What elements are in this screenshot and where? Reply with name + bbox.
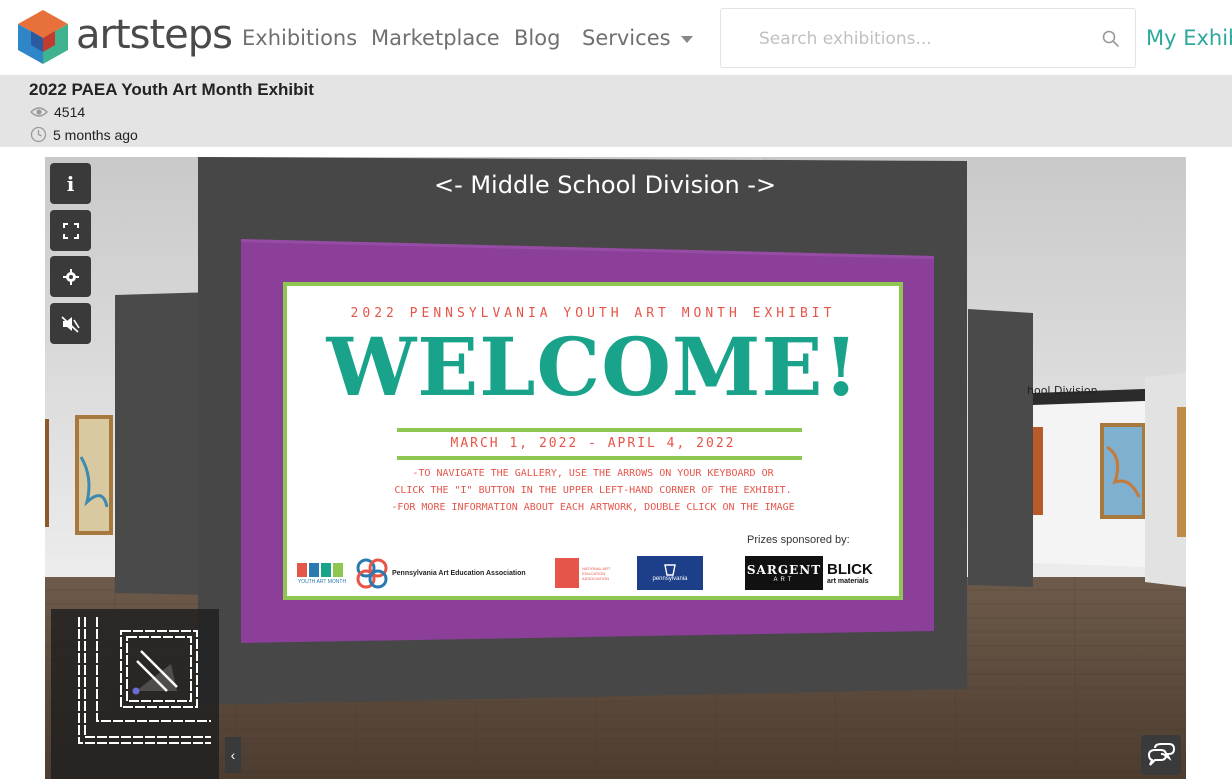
blick-logo: BLICK art materials [827, 556, 893, 590]
search-bar [720, 8, 1136, 68]
collapse-minimap-button[interactable]: ‹ [225, 737, 241, 773]
side-division-label: hool Division [1027, 384, 1098, 397]
minimap[interactable] [51, 609, 219, 779]
poster-divider-top [397, 428, 802, 432]
blick-sub-text: art materials [827, 578, 869, 585]
search-icon[interactable] [1101, 29, 1121, 49]
nav-blog[interactable]: Blog [514, 26, 560, 50]
views-count: 4514 [54, 104, 86, 120]
info-icon: i [66, 171, 75, 196]
yam-mark-icon [297, 563, 343, 577]
naea-text: NATIONAL ART EDUCATION ASSOCIATION [582, 565, 611, 581]
fullscreen-icon [62, 222, 79, 239]
fullscreen-button[interactable] [50, 210, 91, 251]
poster-instruction-2: CLICK THE "I" BUTTON IN THE UPPER LEFT-H… [394, 485, 792, 496]
poster-instruction-3: -FOR MORE INFORMATION ABOUT EACH ARTWORK… [391, 502, 795, 513]
exhibition-info-bar: 2022 PAEA Youth Art Month Exhibit 4514 5… [0, 75, 1232, 147]
sargent-sub-text: ART [773, 577, 795, 583]
gear-icon [62, 268, 79, 285]
pennsylvania-logo: pennsylvania [637, 556, 703, 590]
yam-logo: YOUTH ART MONTH [295, 556, 349, 590]
naea-logo: NATIONAL ART EDUCATION ASSOCIATION [555, 556, 625, 590]
chevron-left-icon: ‹ [230, 747, 236, 763]
mute-button[interactable] [50, 303, 91, 344]
minimap-plan [78, 617, 211, 744]
search-input[interactable] [759, 27, 1089, 51]
exhibition-title: 2022 PAEA Youth Art Month Exhibit [29, 80, 314, 99]
settings-button[interactable] [50, 256, 91, 297]
paea-mark-icon [356, 558, 388, 589]
chat-button[interactable] [1141, 735, 1181, 775]
pennsylvania-text: pennsylvania [652, 576, 688, 582]
paea-logo: Pennsylvania Art Education Association [355, 556, 549, 590]
division-title: <- Middle School Division -> [433, 171, 777, 199]
nav-services-label: Services [582, 26, 671, 50]
artsteps-logo[interactable]: artsteps [14, 8, 233, 66]
posted-row: 5 months ago [30, 126, 138, 143]
welcome-poster[interactable]: 2022 PENNSYLVANIA YOUTH ART MONTH EXHIBI… [283, 282, 903, 600]
poster-subtitle: 2022 PENNSYLVANIA YOUTH ART MONTH EXHIBI… [350, 306, 836, 321]
brand-name: artsteps [76, 12, 233, 58]
info-button[interactable]: i [50, 163, 91, 204]
artsteps-cube-icon [18, 10, 68, 64]
sargent-logo: SARGENT ART [745, 556, 823, 590]
poster-dates: MARCH 1, 2022 - APRIL 4, 2022 [450, 436, 736, 451]
prizes-label: Prizes sponsored by: [747, 534, 850, 546]
nav-exhibitions[interactable]: Exhibitions [242, 26, 357, 50]
poster-divider-bottom [397, 456, 802, 460]
nav-my-exhibitions[interactable]: My Exhib [1146, 26, 1232, 50]
poster-headline: WELCOME! [326, 320, 860, 414]
sargent-text: SARGENT [746, 563, 822, 577]
chevron-down-icon [680, 35, 693, 43]
top-navbar: artsteps Exhibitions Marketplace Blog Se… [0, 0, 1232, 75]
exhibition-3d-viewer[interactable]: hool Division <- Middle School Division … [45, 157, 1186, 779]
blick-text: BLICK [827, 561, 873, 578]
nav-services[interactable]: Services [582, 26, 693, 50]
clock-icon [30, 126, 47, 143]
keystone-icon [664, 564, 676, 576]
eye-icon [30, 107, 48, 117]
poster-instruction-1: -TO NAVIGATE THE GALLERY, USE THE ARROWS… [412, 468, 774, 479]
yam-text: YOUTH ART MONTH [297, 579, 347, 585]
posted-time: 5 months ago [53, 126, 138, 143]
paea-text: Pennsylvania Art Education Association [392, 569, 526, 577]
naea-mark-icon [555, 558, 579, 588]
chat-bubbles-icon [1147, 743, 1175, 766]
sound-off-icon [60, 315, 80, 333]
nav-marketplace[interactable]: Marketplace [371, 26, 500, 50]
views-row: 4514 [30, 104, 85, 120]
